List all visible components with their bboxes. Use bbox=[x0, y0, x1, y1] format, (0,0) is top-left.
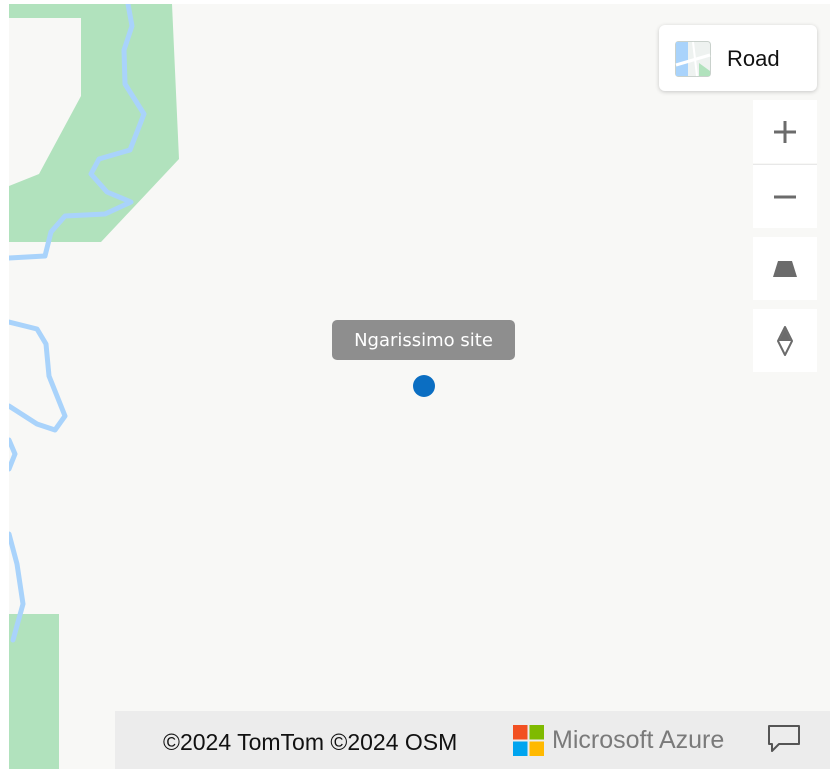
zoom-in-button[interactable] bbox=[753, 100, 817, 163]
attribution-bar: ©2024 TomTom ©2024 OSM Microsoft Azure bbox=[115, 711, 830, 769]
road-style-thumbnail-icon bbox=[675, 41, 711, 77]
brand-text: Microsoft Azure bbox=[552, 726, 725, 754]
pitch-button[interactable] bbox=[753, 237, 817, 300]
map-style-picker[interactable]: Road bbox=[659, 25, 817, 91]
copyright-text: ©2024 TomTom ©2024 OSM bbox=[163, 729, 458, 755]
river bbox=[9, 437, 18, 472]
compass-button[interactable] bbox=[753, 309, 817, 372]
forest-area bbox=[9, 614, 59, 769]
trapezoid-icon bbox=[773, 260, 797, 277]
forest-area bbox=[9, 4, 179, 242]
location-marker[interactable] bbox=[413, 375, 435, 397]
river bbox=[9, 319, 68, 433]
minus-icon bbox=[774, 195, 796, 198]
marker-label: Ngarissimo site bbox=[332, 320, 515, 360]
plus-icon bbox=[774, 120, 796, 143]
compass-icon bbox=[777, 325, 793, 356]
zoom-out-button[interactable] bbox=[753, 164, 817, 228]
microsoft-logo-icon bbox=[513, 725, 544, 756]
speech-bubble-icon[interactable] bbox=[767, 724, 801, 754]
map-canvas[interactable]: Road Ngarissimo site ©2024 TomTom ©2024 … bbox=[9, 4, 830, 769]
map-style-label: Road bbox=[727, 46, 780, 71]
